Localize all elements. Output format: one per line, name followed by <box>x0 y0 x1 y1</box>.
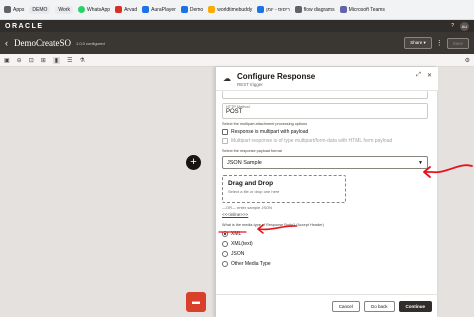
close-icon[interactable]: ✕ <box>427 72 432 79</box>
bookmark-worldtimebuddy[interactable]: worldtimebuddy <box>208 6 252 13</box>
payload-format-help: Select the response payload format <box>222 149 282 153</box>
diagram-icon <box>294 6 302 13</box>
bookmark-whatsapp[interactable]: WhatsApp <box>77 6 110 13</box>
chat-icon: ▬ <box>192 297 200 306</box>
expand-icon[interactable]: ⤢ <box>416 72 421 79</box>
oracle-logo[interactable]: ORACLE <box>5 23 44 30</box>
rest-trigger-icon: ☁ <box>223 74 231 83</box>
bookmark-work-folder[interactable]: Work <box>55 5 73 14</box>
integration-version-badge: 1.0.0 configured <box>75 40 105 46</box>
continue-button[interactable]: Continue <box>398 300 432 312</box>
canvas-toolbar: ▣ ⊖ ⊡ ⊞ ▮ ☰ ⚗ ⚙ <box>0 54 474 67</box>
folder-icon <box>180 6 188 13</box>
http-method-field[interactable]: HTTP Method POST <box>222 103 428 119</box>
file-dropzone[interactable]: Drag and Drop Select a file or drop one … <box>222 175 346 203</box>
dropzone-title: Drag and Drop <box>228 180 274 187</box>
media-option-json[interactable]: JSON <box>222 251 432 257</box>
add-action-button[interactable]: + <box>186 155 201 170</box>
calendar-icon <box>257 6 265 13</box>
bookmark-hebrew[interactable]: ריסוס - יומן <box>257 6 290 13</box>
apps-grid-icon <box>4 6 11 13</box>
bookmarks-bar: Apps DEMO Work WhatsApp Arvad AuraPlayer… <box>0 0 474 20</box>
clock-icon <box>208 6 216 13</box>
help-icon[interactable]: ? <box>451 23 454 29</box>
http-method-value: POST <box>226 109 243 115</box>
previous-field-box <box>222 91 428 99</box>
share-button[interactable]: Share ▾ <box>404 37 432 49</box>
cancel-button[interactable]: Cancel <box>331 300 360 312</box>
payload-format-select[interactable]: JSON Sample ▼ <box>222 156 428 169</box>
bookmark-apps[interactable]: Apps <box>4 6 24 13</box>
multipart-help-text: Select the multipart attachment processi… <box>222 122 308 126</box>
grid-icon[interactable]: ⊞ <box>41 57 46 64</box>
canvas-right-strip <box>437 67 474 317</box>
teams-icon <box>339 6 347 13</box>
bookmark-flow-diagrams[interactable]: flow diagrams <box>294 6 335 13</box>
annotation-arrow-select <box>423 164 473 178</box>
integration-title: DemoCreateSO <box>14 38 71 48</box>
configure-response-panel: ☁ Configure Response REST trigger ⤢ ✕ HT… <box>215 67 438 317</box>
annotation-arrow-link <box>257 224 297 234</box>
dropzone-subtitle: Select a file or drop one here <box>228 189 280 194</box>
settings-gear-icon[interactable]: ⚙ <box>465 57 470 64</box>
arvad-icon <box>115 6 123 13</box>
whatsapp-icon <box>77 6 85 13</box>
panel-body: HTTP Method POST Select the multipart at… <box>216 91 438 294</box>
user-avatar[interactable]: AU <box>460 21 469 31</box>
bookmark-auraplayer[interactable]: AuraPlayer <box>142 6 176 13</box>
multipart-form-label: Multipart response is of type multipart/… <box>231 138 393 144</box>
multipart-payload-row[interactable]: Response is multipart with payload <box>222 129 432 135</box>
media-other-radio[interactable] <box>222 261 228 267</box>
multipart-payload-checkbox[interactable] <box>222 129 228 135</box>
go-back-button[interactable]: Go back <box>363 300 395 312</box>
fit-icon[interactable]: ⊡ <box>29 57 34 64</box>
panel-subtitle: REST trigger <box>237 82 263 87</box>
multipart-payload-label: Response is multipart with payload <box>231 129 309 135</box>
bookmark-demo[interactable]: Demo <box>180 6 203 13</box>
list-view-icon[interactable]: ☰ <box>67 57 72 64</box>
panel-header: ☁ Configure Response REST trigger ⤢ ✕ <box>216 67 438 91</box>
bookmark-teams[interactable]: Microsoft Teams <box>339 6 385 13</box>
media-json-radio[interactable] <box>222 251 228 257</box>
annotation-underline <box>218 231 247 233</box>
auraplayer-icon <box>142 6 150 13</box>
integration-canvas[interactable] <box>0 67 215 317</box>
canvas-view-icon[interactable]: ▮ <box>52 56 61 64</box>
payload-format-value: JSON Sample <box>227 159 262 166</box>
panel-footer: Cancel Go back Continue <box>216 294 438 317</box>
save-button[interactable]: Save <box>446 37 469 49</box>
more-actions-icon[interactable]: ⋮ <box>436 39 443 47</box>
filter-icon[interactable]: ⚗ <box>79 57 84 64</box>
back-arrow-icon[interactable]: ‹ <box>5 38 8 48</box>
media-option-other[interactable]: Other Media Type <box>222 261 432 267</box>
integration-header: ‹ DemoCreateSO 1.0.0 configured Share ▾ … <box>0 32 474 54</box>
bookmark-demo-folder[interactable]: DEMO <box>29 5 51 14</box>
inline-sample-link[interactable]: <<<inline>>> <box>222 212 432 217</box>
bookmark-arvad[interactable]: Arvad <box>115 6 137 13</box>
media-xml-text-radio[interactable] <box>222 241 228 247</box>
layout-icon[interactable]: ▣ <box>4 57 10 64</box>
or-enter-sample-text: —OR— enter sample JSON <box>222 205 273 210</box>
chat-assistant-button[interactable]: ▬ <box>186 292 206 312</box>
multipart-form-checkbox <box>222 138 228 144</box>
panel-title: Configure Response <box>237 72 316 81</box>
media-option-xml-text[interactable]: XML(text) <box>222 241 432 247</box>
zoom-out-icon[interactable]: ⊖ <box>17 57 22 64</box>
multipart-form-row: Multipart response is of type multipart/… <box>222 138 432 144</box>
oracle-brand-bar: ORACLE ? AU <box>0 20 474 32</box>
